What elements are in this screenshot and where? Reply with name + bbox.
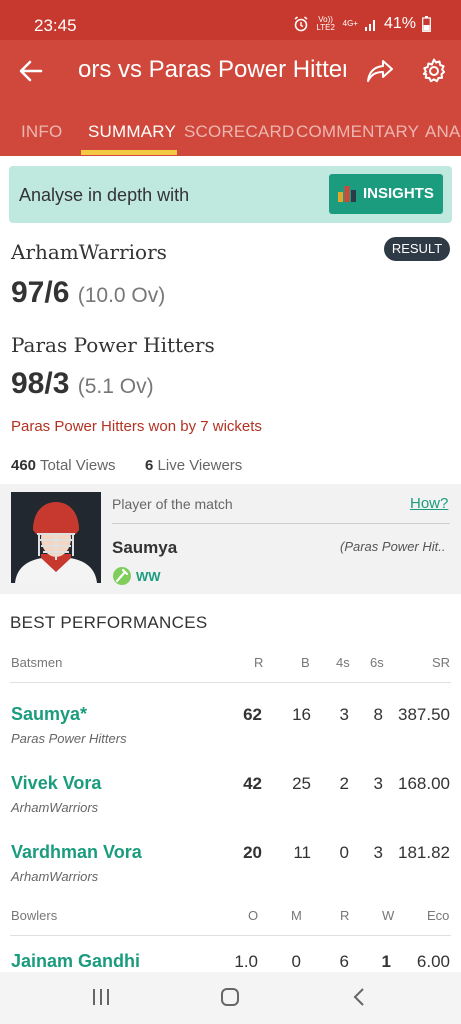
- batsman-name[interactable]: Vardhman Vora: [11, 842, 142, 863]
- batsman-fours: 2: [339, 774, 349, 793]
- tab-summary[interactable]: SUMMARY: [88, 122, 176, 142]
- batsman-fours: 3: [339, 705, 349, 724]
- batsman-name[interactable]: Saumya*: [11, 704, 87, 725]
- batsman-balls: 25: [292, 774, 311, 793]
- team1-overs: (10.0 Ov): [77, 284, 166, 307]
- match-title: ors vs Paras Power Hitter: [78, 56, 346, 83]
- batsman-team: ArhamWarriors: [11, 869, 99, 884]
- batsman-balls: 11: [293, 843, 311, 862]
- header-batsmen: Batsmen: [11, 655, 63, 670]
- header-sixes: 6s: [370, 655, 384, 670]
- status-time: 23:45: [34, 16, 77, 35]
- batsman-runs: 62: [243, 705, 262, 724]
- bowler-runs: 6: [339, 952, 349, 971]
- insights-button[interactable]: INSIGHTS: [329, 174, 443, 214]
- bowler-wickets: 1: [381, 952, 391, 971]
- bowler-overs: 1.0: [234, 952, 258, 971]
- header-bowlers: Bowlers: [11, 908, 58, 923]
- all-rounder-icon: [113, 567, 131, 585]
- header-fours: 4s: [336, 655, 350, 670]
- team2-score-line: 98/3 (5.1 Ov): [11, 367, 154, 401]
- app-toolbar: ors vs Paras Power Hitter: [0, 40, 461, 102]
- batsman-team: Paras Power Hitters: [11, 731, 127, 746]
- bowler-header-divider: [10, 935, 451, 936]
- system-nav-bar: [0, 972, 461, 1024]
- header-runs: R: [254, 655, 264, 670]
- team2-name: Paras Power Hitters: [11, 333, 215, 357]
- bowler-maidens: 0: [291, 952, 301, 971]
- total-views-label: Total Views: [39, 457, 116, 474]
- potm-player-team: (Paras Power Hit..: [340, 539, 446, 554]
- team1-score: 97/6: [11, 276, 70, 309]
- network-4g-label: 4G+: [342, 19, 358, 28]
- header-overs: O: [248, 908, 259, 923]
- home-icon[interactable]: [220, 987, 240, 1007]
- signal-icon: [364, 20, 375, 31]
- arrow-left-icon[interactable]: [18, 58, 44, 84]
- batsman-sixes: 3: [373, 774, 383, 793]
- team2-score: 98/3: [11, 367, 70, 400]
- status-bar: 23:45 Vo)) LTE2 4G+ 41%: [0, 0, 461, 40]
- bowler-economy: 6.00: [416, 952, 450, 971]
- header-economy: Eco: [427, 908, 450, 923]
- batsman-name[interactable]: Vivek Vora: [11, 773, 101, 794]
- gear-icon[interactable]: [420, 57, 448, 85]
- potm-divider: [112, 523, 450, 524]
- best-performances-title: BEST PERFORMANCES: [10, 613, 208, 632]
- alarm-icon: [294, 16, 308, 32]
- batsman-runs: 42: [243, 774, 262, 793]
- batsman-sixes: 8: [373, 705, 383, 724]
- header-sr: SR: [432, 655, 451, 670]
- batsman-team: ArhamWarriors: [11, 800, 99, 815]
- header-divider: [10, 682, 451, 683]
- potm-player-name: Saumya: [112, 538, 178, 557]
- tab-scorecard[interactable]: SCORECARD: [184, 122, 294, 142]
- battery-percent: 41%: [383, 15, 416, 32]
- bowler-name[interactable]: Jainam Gandhi: [11, 951, 140, 972]
- total-views-count: 460: [11, 457, 37, 474]
- header-wickets: W: [382, 908, 395, 923]
- total-views: 460 Total Views: [11, 457, 116, 474]
- team1-score-line: 97/6 (10.0 Ov): [11, 276, 165, 310]
- batsman-sr: 387.50: [398, 705, 450, 724]
- header-maidens: M: [291, 908, 302, 923]
- result-badge: RESULT: [384, 237, 450, 261]
- batsman-balls: 16: [292, 705, 311, 724]
- live-viewers-label: Live Viewers: [157, 457, 243, 474]
- batsman-sixes: 3: [373, 843, 383, 862]
- insights-button-label: INSIGHTS: [363, 185, 434, 202]
- batsman-fours: 0: [339, 843, 349, 862]
- batsman-runs: 20: [243, 843, 262, 862]
- insights-banner: Analyse in depth with INSIGHTS: [9, 166, 452, 223]
- player-avatar: [11, 492, 101, 583]
- recent-apps-icon[interactable]: [91, 988, 111, 1006]
- tab-commentary[interactable]: COMMENTARY: [296, 122, 419, 142]
- header-bowl-runs: R: [340, 908, 350, 923]
- batsman-sr: 168.00: [398, 774, 450, 793]
- tab-analysis[interactable]: ANA: [425, 122, 461, 142]
- potm-label: Player of the match: [112, 496, 233, 512]
- battery-icon: [422, 16, 431, 32]
- match-result: Paras Power Hitters won by 7 wickets: [11, 418, 262, 435]
- header-balls: B: [301, 655, 310, 670]
- status-icons: Vo)) LTE2 4G+ 41%: [293, 15, 431, 33]
- batsman-sr: 181.82: [398, 843, 450, 862]
- player-of-match-card[interactable]: Player of the match How? Saumya (Paras P…: [0, 484, 461, 594]
- tab-bar: INFO SUMMARY SCORECARD COMMENTARY ANA: [0, 102, 461, 156]
- insights-text: Analyse in depth with: [19, 185, 190, 205]
- back-nav-icon[interactable]: [352, 987, 366, 1007]
- share-icon[interactable]: [366, 58, 394, 84]
- bar-chart-icon: [338, 186, 356, 202]
- team1-name: ArhamWarriors: [11, 240, 167, 264]
- volte-label: Vo)) LTE2: [316, 15, 335, 32]
- tab-indicator: [81, 150, 177, 155]
- team2-overs: (5.1 Ov): [77, 375, 154, 398]
- tab-info[interactable]: INFO: [21, 122, 62, 142]
- potm-role: WW: [136, 569, 161, 584]
- live-viewers-count: 6: [145, 457, 154, 474]
- how-link[interactable]: How?: [410, 495, 448, 512]
- live-viewers: 6 Live Viewers: [145, 457, 242, 474]
